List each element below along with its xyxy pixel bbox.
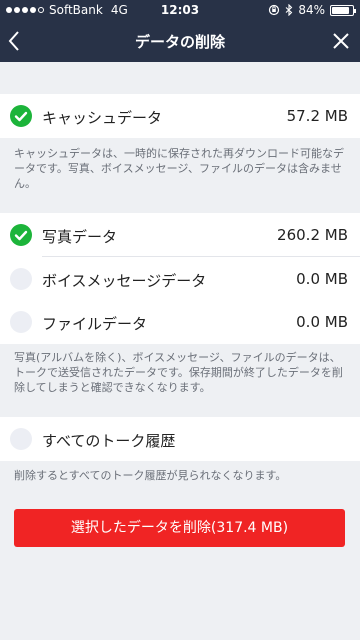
cache-data-note: キャッシュデータは、一時的に保存された再ダウンロード可能なデータです。写真、ボイ…: [14, 147, 344, 190]
photo-data-size: 260.2 MB: [277, 226, 348, 244]
rotation-lock-icon: [269, 4, 280, 16]
talk-history-label: すべてのトーク履歴: [42, 432, 176, 450]
voice-message-data-checkbox[interactable]: [10, 268, 32, 290]
status-right: 84%: [268, 3, 356, 17]
file-data-checkbox[interactable]: [10, 311, 32, 333]
voice-message-data-label: ボイスメッセージデータ: [42, 272, 207, 290]
back-button[interactable]: [0, 20, 36, 62]
delete-selected-button[interactable]: 選択したデータを削除(317.4 MB): [14, 509, 345, 547]
talk-history-checkbox[interactable]: [10, 428, 32, 450]
battery-level-fill: [332, 6, 349, 14]
nav-bar: データの削除: [0, 20, 360, 62]
cache-data-label: キャッシュデータ: [42, 109, 163, 127]
status-bar: SoftBank 4G 12:03 84%: [0, 0, 360, 20]
close-button[interactable]: [320, 20, 360, 62]
battery-icon: [330, 4, 356, 16]
cache-data-checkbox[interactable]: [10, 105, 32, 127]
media-data-note: 写真(アルバムを除く)、ボイスメッセージ、ファイルのデータは、トークで送受信され…: [14, 351, 343, 394]
voice-message-data-size: 0.0 MB: [296, 270, 348, 288]
file-data-size: 0.0 MB: [296, 313, 348, 331]
photo-data-checkbox[interactable]: [10, 224, 32, 246]
talk-history-row[interactable]: すべてのトーク履歴: [0, 417, 360, 461]
page-title: データの削除: [134, 33, 225, 51]
chevron-left-icon: [8, 31, 19, 51]
battery-percent: 84%: [298, 3, 325, 17]
file-data-row[interactable]: ファイルデータ 0.0 MB: [0, 300, 360, 344]
file-data-label: ファイルデータ: [42, 315, 148, 333]
checkmark-icon: [14, 111, 28, 122]
cache-data-row[interactable]: キャッシュデータ 57.2 MB: [0, 94, 360, 138]
voice-message-data-row[interactable]: ボイスメッセージデータ 0.0 MB: [0, 257, 360, 301]
talk-history-note: 削除するとすべてのトーク履歴が見られなくなります。: [14, 469, 287, 482]
close-icon: [333, 33, 349, 49]
photo-data-row[interactable]: 写真データ 260.2 MB: [0, 213, 360, 257]
cache-data-size: 57.2 MB: [286, 107, 348, 125]
photo-data-label: 写真データ: [42, 228, 118, 246]
checkmark-icon: [14, 230, 28, 241]
bluetooth-icon: [285, 4, 293, 16]
